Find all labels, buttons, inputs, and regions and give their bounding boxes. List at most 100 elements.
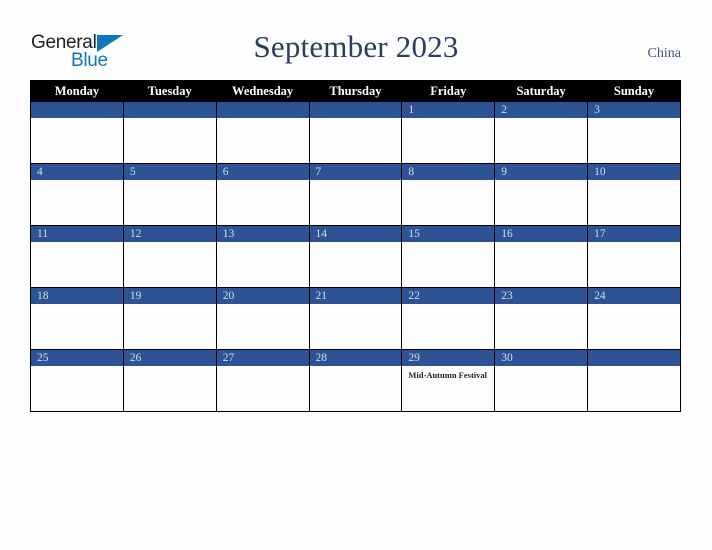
calendar-day-cell[interactable]: 18 — [30, 287, 124, 350]
calendar-day-cell[interactable]: 8 — [401, 163, 496, 226]
calendar-day-cell[interactable] — [308, 101, 403, 164]
day-number: 29 — [402, 350, 495, 366]
day-number: 3 — [588, 102, 680, 118]
day-events — [402, 180, 494, 184]
calendar-day-cell[interactable]: 11 — [30, 225, 124, 288]
calendar-day-cell[interactable]: 2 — [494, 101, 589, 164]
calendar-day-cell[interactable] — [122, 101, 217, 164]
day-cell-inner: 14 — [309, 226, 402, 287]
day-events — [217, 366, 309, 370]
day-events — [495, 366, 587, 370]
page-header: General Blue September 2023 China — [0, 0, 712, 78]
calendar-day-cell[interactable] — [587, 349, 681, 412]
day-events — [310, 242, 402, 246]
day-cell-inner: 22 — [402, 288, 495, 349]
calendar-day-cell[interactable]: 30 — [494, 349, 589, 412]
calendar-day-cell[interactable]: 27 — [215, 349, 310, 412]
day-events — [310, 180, 402, 184]
day-number: 22 — [402, 288, 495, 304]
day-number: 4 — [31, 164, 123, 180]
day-events — [31, 366, 123, 370]
day-cell-inner: 15 — [402, 226, 495, 287]
day-cell-inner: 8 — [402, 164, 495, 225]
calendar-day-cell[interactable]: 16 — [494, 225, 589, 288]
weekday-header-sunday: Sunday — [587, 80, 681, 102]
calendar-week-row: 123 — [30, 101, 681, 164]
day-number: 10 — [588, 164, 680, 180]
calendar-day-cell[interactable]: 5 — [122, 163, 217, 226]
day-number: 23 — [495, 288, 588, 304]
day-number: 6 — [216, 164, 309, 180]
day-number: 13 — [216, 226, 309, 242]
calendar-week-row: 11 12 13 14 15 16 17 — [30, 225, 681, 288]
day-cell-inner: 26 — [123, 350, 216, 411]
day-events — [495, 242, 587, 246]
day-cell-inner: 27 — [216, 350, 309, 411]
day-number: 5 — [123, 164, 216, 180]
calendar-week-row: 18 19 20 21 22 23 24 — [30, 287, 681, 350]
day-events — [31, 304, 123, 308]
day-events — [124, 242, 216, 246]
day-cell-inner — [309, 102, 402, 163]
holiday-label: Mid-Autumn Festival — [408, 370, 487, 380]
day-cell-inner: 7 — [309, 164, 402, 225]
calendar-day-cell[interactable]: 15 — [401, 225, 496, 288]
day-number: 24 — [588, 288, 680, 304]
day-cell-inner: 18 — [31, 288, 123, 349]
day-cell-inner — [216, 102, 309, 163]
day-events — [217, 242, 309, 246]
day-cell-inner: 30 — [495, 350, 588, 411]
day-number: 11 — [31, 226, 123, 242]
day-events — [310, 118, 402, 122]
day-events — [310, 366, 402, 370]
calendar-header-row: Monday Tuesday Wednesday Thursday Friday… — [30, 80, 681, 102]
day-number: 21 — [309, 288, 402, 304]
calendar-day-cell[interactable]: 10 — [587, 163, 681, 226]
day-cell-inner: 13 — [216, 226, 309, 287]
day-events — [495, 118, 587, 122]
day-events — [31, 242, 123, 246]
day-cell-inner: 9 — [495, 164, 588, 225]
day-cell-inner: 28 — [309, 350, 402, 411]
calendar-day-cell[interactable]: 20 — [215, 287, 310, 350]
calendar-day-cell[interactable]: 28 — [308, 349, 403, 412]
weekday-header-row: Monday Tuesday Wednesday Thursday Friday… — [30, 80, 681, 102]
calendar-day-cell[interactable]: 19 — [122, 287, 217, 350]
calendar-body: 1 2 3 4 5 6 7 8 9 10 11 12 13 14 15 16 17 18 19 20 21 22 23 24 2… — [30, 101, 681, 412]
day-cell-inner: 5 — [123, 164, 216, 225]
day-number: 2 — [495, 102, 588, 118]
calendar-day-cell[interactable]: 14 — [308, 225, 403, 288]
country-label: China — [647, 46, 681, 61]
calendar-day-cell[interactable]: 24 — [587, 287, 681, 350]
weekday-header-friday: Friday — [401, 80, 496, 102]
calendar-day-cell[interactable]: 9 — [494, 163, 589, 226]
calendar-day-cell[interactable]: 7 — [308, 163, 403, 226]
calendar-day-cell[interactable]: 21 — [308, 287, 403, 350]
calendar-day-cell[interactable]: 3 — [587, 101, 681, 164]
day-number — [309, 102, 402, 118]
calendar-day-cell[interactable]: 6 — [215, 163, 310, 226]
day-number — [31, 102, 123, 118]
calendar-day-cell[interactable] — [30, 101, 124, 164]
day-cell-inner: 20 — [216, 288, 309, 349]
calendar-day-cell[interactable]: 17 — [587, 225, 681, 288]
day-events — [31, 118, 123, 122]
calendar-day-cell[interactable]: 26 — [122, 349, 217, 412]
day-number: 18 — [31, 288, 123, 304]
calendar-day-cell[interactable]: 12 — [122, 225, 217, 288]
day-number: 9 — [495, 164, 588, 180]
calendar-day-cell[interactable]: 25 — [30, 349, 124, 412]
calendar-week-row: 25 26 27 28 29 Mid-Autumn Festival 30 — [30, 349, 681, 412]
day-number: 8 — [402, 164, 495, 180]
calendar-day-cell[interactable]: 13 — [215, 225, 310, 288]
calendar-day-cell[interactable]: 4 — [30, 163, 124, 226]
calendar-day-cell[interactable]: 22 — [401, 287, 496, 350]
weekday-header-wednesday: Wednesday — [215, 80, 310, 102]
weekday-header-monday: Monday — [30, 80, 124, 102]
calendar-day-cell[interactable]: 1 — [401, 101, 496, 164]
weekday-header-saturday: Saturday — [494, 80, 589, 102]
day-number: 14 — [309, 226, 402, 242]
calendar-day-cell[interactable]: 23 — [494, 287, 589, 350]
calendar-day-cell[interactable] — [215, 101, 310, 164]
calendar-day-cell[interactable]: 29 Mid-Autumn Festival — [401, 349, 496, 412]
